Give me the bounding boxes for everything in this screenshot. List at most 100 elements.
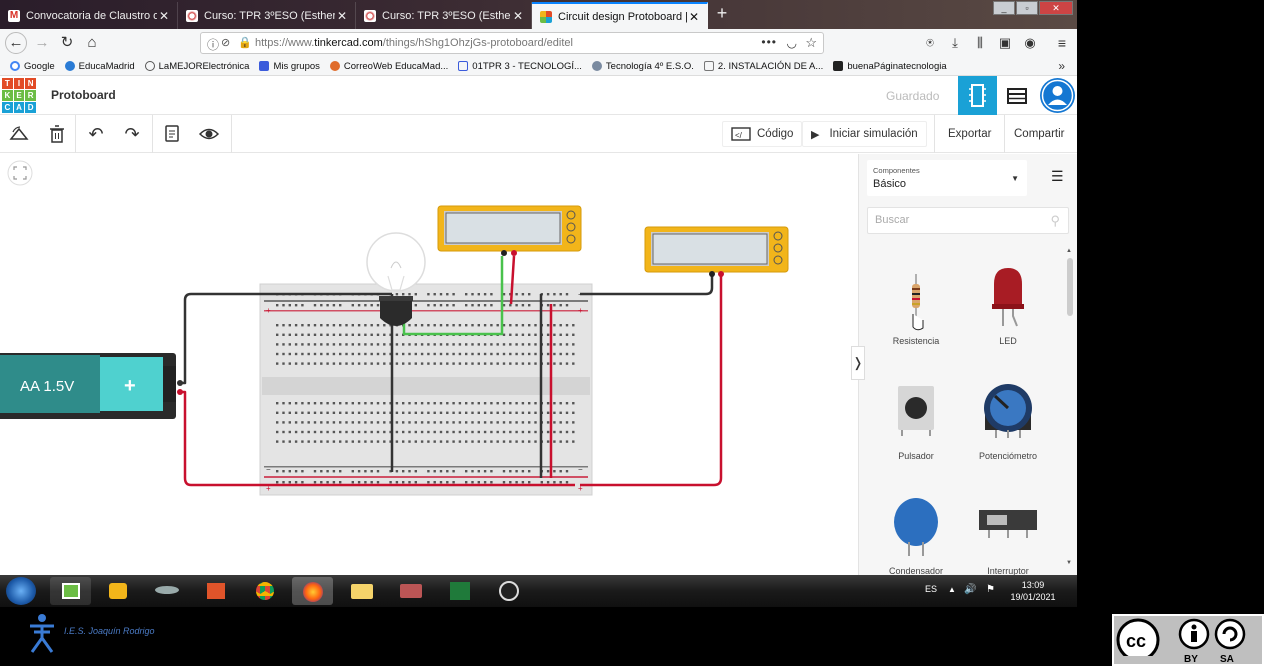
bookmark-buenapagina[interactable]: buenaPáginatecnologia bbox=[833, 61, 947, 72]
breadboard-hole[interactable] bbox=[427, 430, 430, 434]
breadboard-hole[interactable] bbox=[559, 333, 562, 336]
breadboard-hole[interactable] bbox=[439, 362, 443, 365]
pocket-icon[interactable]: ◡ bbox=[787, 36, 797, 50]
breadboard-hole[interactable] bbox=[420, 324, 424, 327]
bookmark-lamejor[interactable]: LaMEJORElectrónica bbox=[144, 61, 249, 72]
breadboard-hole[interactable] bbox=[458, 352, 462, 356]
taskbar-app-paint[interactable] bbox=[195, 577, 236, 605]
breadboard-hole[interactable] bbox=[313, 411, 317, 414]
breadboard-hole[interactable] bbox=[565, 430, 569, 434]
breadboard-hole[interactable] bbox=[477, 343, 480, 346]
breadboard-hole[interactable] bbox=[313, 352, 317, 356]
start-button[interactable] bbox=[6, 577, 36, 605]
breadboard-hole[interactable] bbox=[276, 430, 279, 434]
info-icon[interactable]: ⓘ bbox=[207, 36, 219, 53]
breadboard-hole[interactable] bbox=[414, 470, 417, 473]
breadboard-hole[interactable] bbox=[294, 362, 298, 365]
battery-aa[interactable]: AA 1.5V + bbox=[0, 353, 183, 419]
breadboard-hole[interactable] bbox=[483, 293, 487, 296]
breadboard-hole[interactable] bbox=[282, 470, 285, 473]
breadboard-hole[interactable] bbox=[420, 402, 424, 405]
breadboard-hole[interactable] bbox=[477, 293, 480, 296]
breadboard-hole[interactable] bbox=[439, 324, 443, 327]
breadboard-hole[interactable] bbox=[414, 293, 417, 296]
breadboard-hole[interactable] bbox=[301, 324, 304, 327]
multimeter-1[interactable] bbox=[437, 205, 582, 256]
breadboard-hole[interactable] bbox=[357, 402, 361, 405]
breadboard-hole[interactable] bbox=[446, 293, 449, 296]
breadboard-hole[interactable] bbox=[572, 333, 575, 336]
breadboard-hole[interactable] bbox=[288, 470, 291, 473]
panel-scrollbar[interactable]: ▲ ▼ bbox=[1066, 248, 1074, 573]
breadboard-hole[interactable] bbox=[433, 440, 436, 443]
breadboard-hole[interactable] bbox=[528, 402, 531, 405]
breadboard-hole[interactable] bbox=[395, 293, 399, 296]
breadboard-hole[interactable] bbox=[534, 440, 537, 443]
breadboard-hole[interactable] bbox=[446, 430, 449, 434]
redo-icon[interactable]: ↷ bbox=[121, 124, 143, 144]
breadboard-hole[interactable] bbox=[383, 411, 386, 414]
breadboard-hole[interactable] bbox=[357, 362, 361, 365]
account-icon[interactable]: ◉ bbox=[1020, 33, 1040, 53]
breadboard-hole[interactable] bbox=[490, 324, 493, 327]
breadboard-hole[interactable] bbox=[458, 402, 462, 405]
breadboard-hole[interactable] bbox=[515, 352, 518, 356]
breadboard-hole[interactable] bbox=[294, 324, 298, 327]
breadboard-hole[interactable] bbox=[439, 304, 443, 307]
breadboard-hole[interactable] bbox=[408, 402, 411, 405]
breadboard-hole[interactable] bbox=[294, 481, 298, 484]
breadboard-hole[interactable] bbox=[546, 440, 550, 443]
breadboard-hole[interactable] bbox=[546, 293, 550, 296]
breadboard-hole[interactable] bbox=[414, 421, 417, 424]
breadboard-hole[interactable] bbox=[364, 304, 367, 307]
breadboard-hole[interactable] bbox=[301, 304, 304, 307]
breadboard-hole[interactable] bbox=[446, 411, 449, 414]
breadboard-hole[interactable] bbox=[452, 352, 455, 356]
breadboard-hole[interactable] bbox=[420, 352, 424, 356]
breadboard-hole[interactable] bbox=[282, 304, 285, 307]
breadboard-hole[interactable] bbox=[572, 402, 575, 405]
breadboard-hole[interactable] bbox=[559, 440, 562, 443]
breadboard-hole[interactable] bbox=[477, 470, 480, 473]
breadboard-hole[interactable] bbox=[502, 343, 506, 346]
breadboard-hole[interactable] bbox=[282, 333, 285, 336]
breadboard-hole[interactable] bbox=[446, 343, 449, 346]
breadboard-hole[interactable] bbox=[559, 293, 562, 296]
breadboard-hole[interactable] bbox=[326, 304, 329, 307]
circuit-drawing[interactable]: − + − + − + − + AA 1.5V + bbox=[0, 154, 858, 575]
multimeter-2[interactable] bbox=[644, 226, 789, 277]
breadboard-hole[interactable] bbox=[521, 362, 525, 365]
breadboard-hole[interactable] bbox=[339, 343, 342, 346]
breadboard-hole[interactable] bbox=[502, 362, 506, 365]
breadboard-hole[interactable] bbox=[414, 304, 417, 307]
breadboard-hole[interactable] bbox=[502, 470, 506, 473]
breadboard-hole[interactable] bbox=[528, 430, 531, 434]
breadboard-hole[interactable] bbox=[553, 352, 556, 356]
breadboard-hole[interactable] bbox=[301, 402, 304, 405]
breadboard-hole[interactable] bbox=[553, 304, 556, 307]
breadboard-hole[interactable] bbox=[521, 343, 525, 346]
breadboard-hole[interactable] bbox=[553, 324, 556, 327]
breadboard-hole[interactable] bbox=[465, 440, 468, 443]
breadboard-hole[interactable] bbox=[276, 411, 279, 414]
back-button[interactable]: ← bbox=[5, 32, 27, 54]
breadboard-hole[interactable] bbox=[477, 440, 480, 443]
breadboard-hole[interactable] bbox=[313, 343, 317, 346]
breadboard-hole[interactable] bbox=[502, 352, 506, 356]
breadboard-hole[interactable] bbox=[565, 333, 569, 336]
breadboard-hole[interactable] bbox=[521, 481, 525, 484]
tab-circuit-design[interactable]: Circuit design Protoboard | Tin ✕ bbox=[532, 2, 708, 29]
breadboard-hole[interactable] bbox=[528, 343, 531, 346]
breadboard-hole[interactable] bbox=[395, 481, 399, 484]
breadboard-hole[interactable] bbox=[439, 470, 443, 473]
breadboard-hole[interactable] bbox=[307, 430, 310, 434]
breadboard-hole[interactable] bbox=[553, 402, 556, 405]
breadboard-hole[interactable] bbox=[439, 421, 443, 424]
component-list-view-button[interactable] bbox=[1001, 85, 1033, 107]
component-led[interactable]: LED bbox=[963, 254, 1053, 354]
taskbar-app-explorer[interactable] bbox=[341, 577, 382, 605]
breadboard-hole[interactable] bbox=[458, 430, 462, 434]
breadboard-hole[interactable] bbox=[408, 411, 411, 414]
breadboard-hole[interactable] bbox=[559, 362, 562, 365]
breadboard-hole[interactable] bbox=[357, 304, 361, 307]
